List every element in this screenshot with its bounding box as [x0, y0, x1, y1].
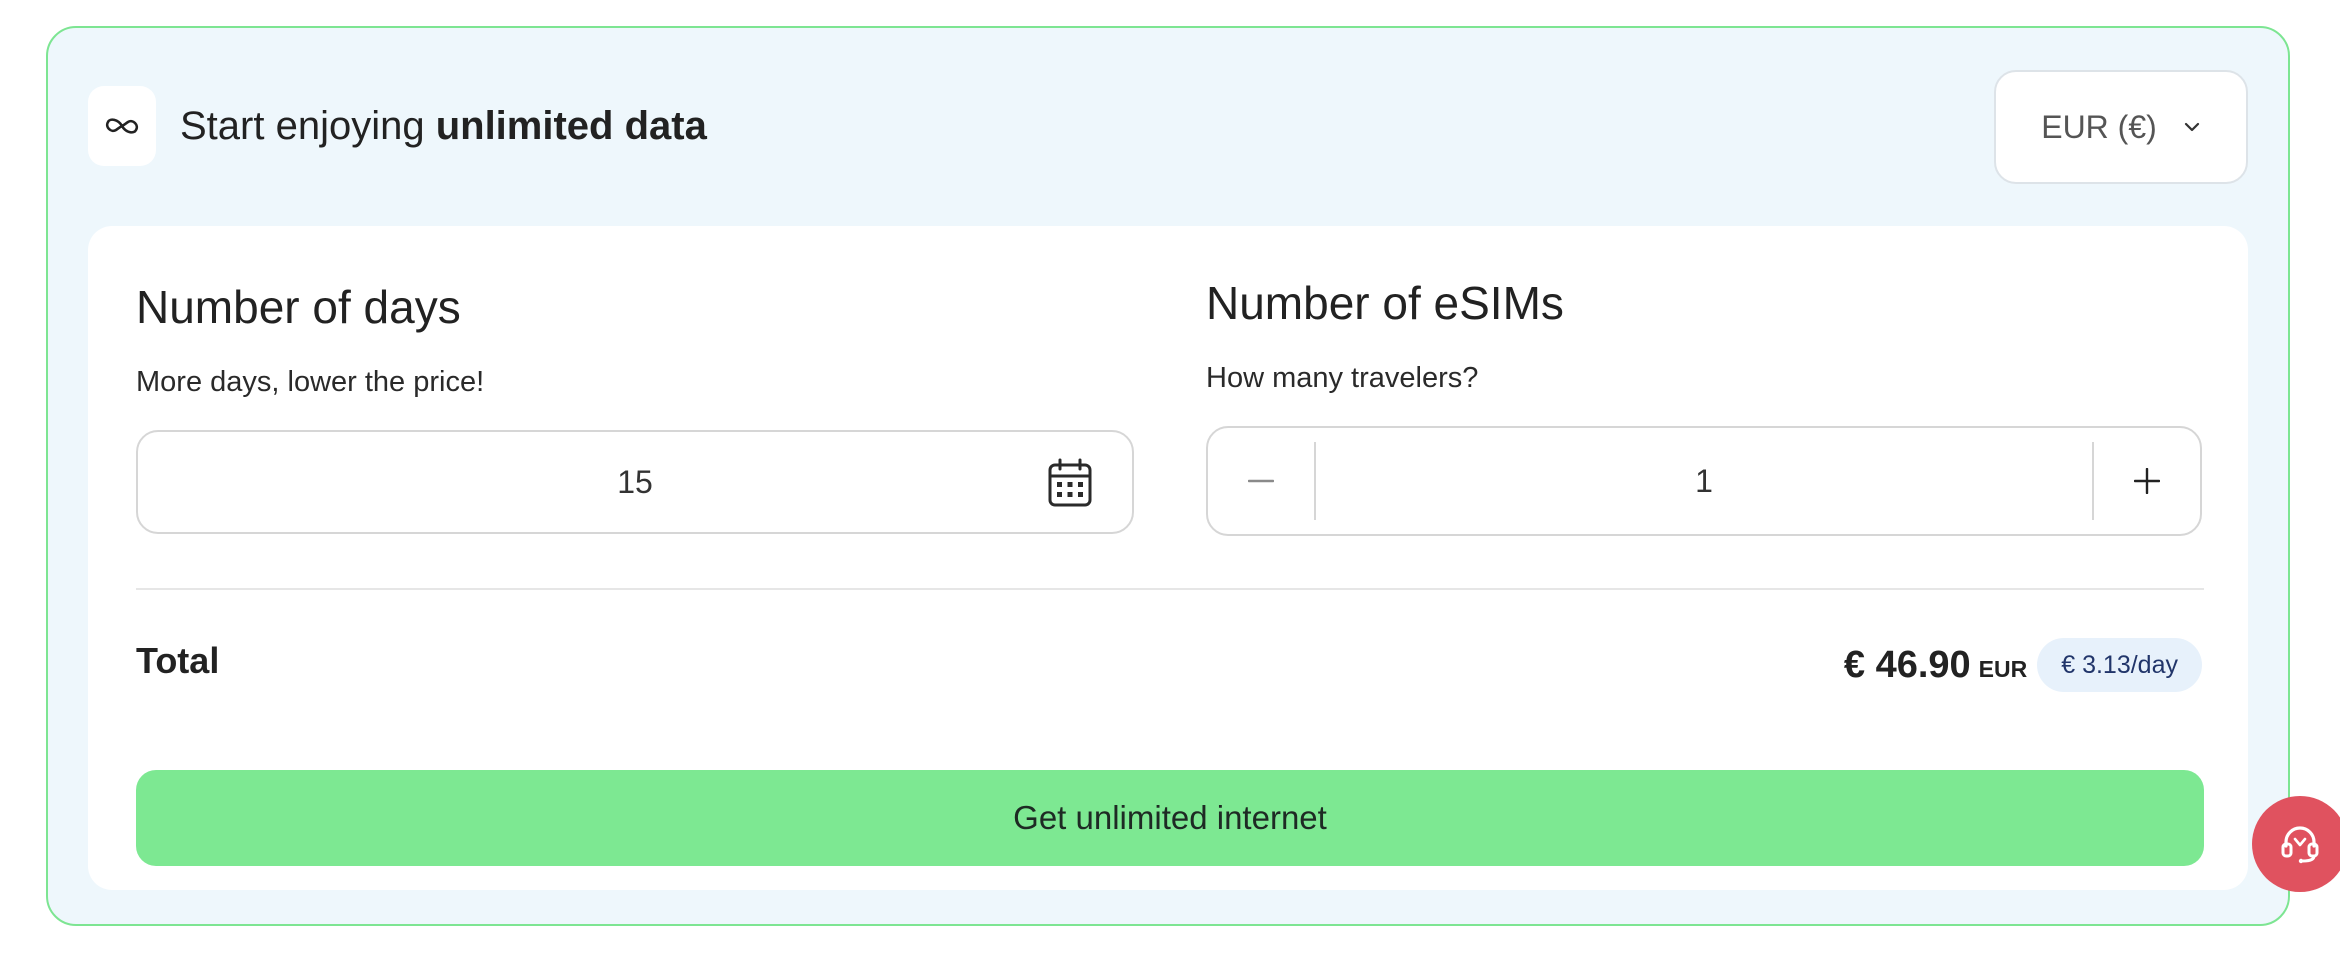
title-bold: unlimited data [435, 103, 707, 148]
esims-title: Number of eSIMs [1206, 277, 1564, 329]
minus-icon [1248, 479, 1274, 483]
title-prefix: Start enjoying [180, 103, 436, 148]
logo-box [88, 86, 156, 166]
esims-quantity-stepper: 1 [1206, 426, 2202, 536]
get-unlimited-internet-button[interactable]: Get unlimited internet [136, 770, 2204, 866]
days-value: 15 [617, 463, 653, 500]
days-input[interactable]: 15 [136, 430, 1134, 534]
page-title: Start enjoying unlimited data [180, 104, 707, 149]
plan-card: Start enjoying unlimited data EUR (€) Nu… [46, 26, 2290, 926]
esims-quantity-value[interactable]: 1 [1316, 428, 2092, 534]
support-chat-button[interactable] [2252, 796, 2340, 892]
calendar-button[interactable] [1046, 458, 1094, 508]
divider [136, 588, 2204, 590]
infinity-icon [105, 118, 139, 134]
total-currency: EUR [1978, 655, 2028, 682]
days-subtitle: More days, lower the price! [136, 366, 485, 398]
per-day-badge: € 3.13/day [2037, 638, 2202, 692]
calendar-icon [1048, 458, 1092, 507]
total-label: Total [136, 640, 220, 681]
total-price: € 46.90 [1843, 643, 1971, 686]
headset-icon [2281, 826, 2319, 864]
plus-icon [2134, 468, 2160, 494]
esims-subtitle: How many travelers? [1206, 362, 1479, 394]
card-header: Start enjoying unlimited data [88, 86, 707, 166]
days-title: Number of days [136, 281, 461, 333]
order-panel: Number of days More days, lower the pric… [88, 226, 2248, 890]
currency-select[interactable]: EUR (€) [1994, 70, 2248, 184]
decrement-button[interactable] [1208, 442, 1316, 520]
currency-select-value: EUR (€) [2041, 108, 2157, 145]
price-summary: € 46.90 EUR € 3.13/day [1844, 638, 2202, 692]
increment-button[interactable] [2092, 442, 2200, 520]
chevron-down-icon [2184, 122, 2199, 132]
